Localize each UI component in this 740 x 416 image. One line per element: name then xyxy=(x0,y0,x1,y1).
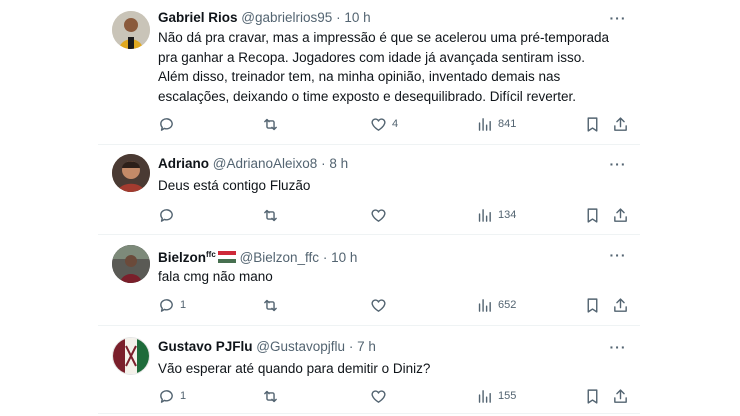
view-count: 841 xyxy=(498,118,517,130)
author-name[interactable]: Gustavo PJFlu xyxy=(158,339,253,354)
timestamp[interactable]: 10 h xyxy=(331,250,357,265)
views-icon xyxy=(478,117,491,131)
author-name[interactable]: Adriano xyxy=(158,156,209,171)
timestamp[interactable]: 10 h xyxy=(344,10,370,25)
share-button[interactable] xyxy=(612,386,629,406)
like-button[interactable] xyxy=(370,295,392,315)
hungary-flag-icon xyxy=(217,251,236,263)
avatar[interactable] xyxy=(112,337,150,375)
timestamp[interactable]: 8 h xyxy=(329,156,348,171)
tweet-text: Não dá pra cravar, mas a impressão é que… xyxy=(158,30,609,104)
views-button[interactable]: 155 xyxy=(476,386,516,406)
reply-button[interactable] xyxy=(158,205,180,225)
views-icon xyxy=(478,298,491,312)
reply-icon xyxy=(160,208,173,222)
view-count: 134 xyxy=(498,209,517,221)
tweet-divider xyxy=(98,413,640,414)
reply-icon xyxy=(160,117,173,131)
more-icon[interactable]: ··· xyxy=(606,154,630,174)
heart-icon xyxy=(371,117,386,131)
views-icon xyxy=(478,389,491,403)
tweet-actions: 1 155 xyxy=(158,386,630,406)
author-name[interactable]: Gabriel Rios xyxy=(158,10,238,25)
author-handle[interactable]: @Bielzon_ffc xyxy=(240,250,320,265)
retweet-button[interactable] xyxy=(262,386,284,406)
like-count: 4 xyxy=(392,118,399,130)
heart-icon xyxy=(371,389,386,403)
bookmark-button[interactable] xyxy=(584,386,601,406)
reply-button[interactable]: 1 xyxy=(158,386,186,406)
bookmark-button[interactable] xyxy=(584,295,601,315)
share-button[interactable] xyxy=(612,114,629,134)
separator-dot: · xyxy=(336,10,341,25)
heart-icon xyxy=(371,208,386,222)
more-icon[interactable]: ··· xyxy=(606,245,630,265)
reply-button[interactable]: 1 xyxy=(158,295,186,315)
bookmark-icon xyxy=(587,297,598,313)
views-icon xyxy=(478,208,491,222)
tweet-actions: 4 841 xyxy=(158,114,630,134)
tweet-divider xyxy=(98,144,640,145)
bookmark-icon xyxy=(587,116,598,132)
heart-icon xyxy=(371,298,386,312)
share-icon xyxy=(614,116,627,131)
avatar[interactable] xyxy=(112,154,150,192)
tweet-actions: 1 652 xyxy=(158,295,630,315)
author-name[interactable]: Bielzon xyxy=(158,250,206,265)
author-handle[interactable]: @gabrielrios95 xyxy=(241,10,332,25)
reply-icon xyxy=(160,389,173,403)
more-icon[interactable]: ··· xyxy=(606,8,630,28)
retweet-icon xyxy=(264,118,277,130)
bookmark-button[interactable] xyxy=(584,205,601,225)
author-handle[interactable]: @AdrianoAleixo8 xyxy=(213,156,318,171)
separator-dot: · xyxy=(322,250,328,265)
timestamp[interactable]: 7 h xyxy=(357,339,376,354)
tweet-text: Deus está contigo Fluzão xyxy=(158,178,311,193)
share-icon xyxy=(614,207,627,222)
avatar[interactable] xyxy=(112,11,150,49)
more-icon[interactable]: ··· xyxy=(606,337,630,357)
retweet-icon xyxy=(264,390,277,402)
bookmark-icon xyxy=(587,388,598,404)
tweet-divider xyxy=(98,325,640,326)
retweet-button[interactable] xyxy=(262,295,284,315)
tweet-actions: 134 xyxy=(158,205,630,225)
separator-dot: · xyxy=(348,339,354,354)
avatar[interactable] xyxy=(112,245,150,283)
retweet-icon xyxy=(264,209,277,221)
like-button[interactable] xyxy=(370,386,392,406)
like-button[interactable] xyxy=(370,205,392,225)
retweet-icon xyxy=(264,299,277,311)
views-button[interactable]: 652 xyxy=(476,295,516,315)
like-button[interactable]: 4 xyxy=(370,114,398,134)
author-handle[interactable]: @Gustavopjflu xyxy=(256,339,345,354)
retweet-button[interactable] xyxy=(262,205,284,225)
reply-count: 1 xyxy=(180,299,187,311)
share-button[interactable] xyxy=(612,295,629,315)
name-badge: ffc xyxy=(206,250,216,259)
view-count: 652 xyxy=(498,299,517,311)
view-count: 155 xyxy=(498,390,517,402)
views-button[interactable]: 841 xyxy=(476,114,516,134)
tweet-text: Vão esperar até quando para demitir o Di… xyxy=(158,361,431,376)
bookmark-icon xyxy=(587,207,598,223)
tweet-text: fala cmg não mano xyxy=(158,269,273,284)
bookmark-button[interactable] xyxy=(584,114,601,134)
share-icon xyxy=(614,388,627,403)
reply-icon xyxy=(160,298,173,312)
reply-count: 1 xyxy=(180,390,187,402)
share-icon xyxy=(614,297,627,312)
reply-button[interactable] xyxy=(158,114,180,134)
separator-dot: · xyxy=(321,156,326,171)
tweet-divider xyxy=(98,234,640,235)
views-button[interactable]: 134 xyxy=(476,205,516,225)
share-button[interactable] xyxy=(612,205,629,225)
retweet-button[interactable] xyxy=(262,114,284,134)
